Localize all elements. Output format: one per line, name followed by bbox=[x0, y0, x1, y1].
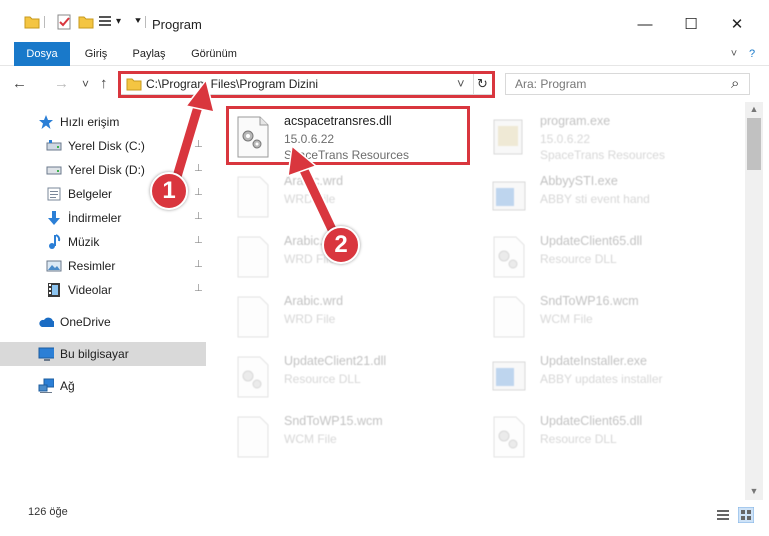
arrow-1 bbox=[169, 78, 216, 182]
step-badge-2: 2 bbox=[322, 226, 360, 264]
step-badge-1: 1 bbox=[150, 172, 188, 210]
file-explorer-window: ▾ ⯆ Program — ☐ ✕ Dosya Giriş Paylaş Gör… bbox=[0, 0, 769, 536]
arrow-2 bbox=[287, 144, 342, 241]
annotation-arrows bbox=[169, 78, 342, 241]
